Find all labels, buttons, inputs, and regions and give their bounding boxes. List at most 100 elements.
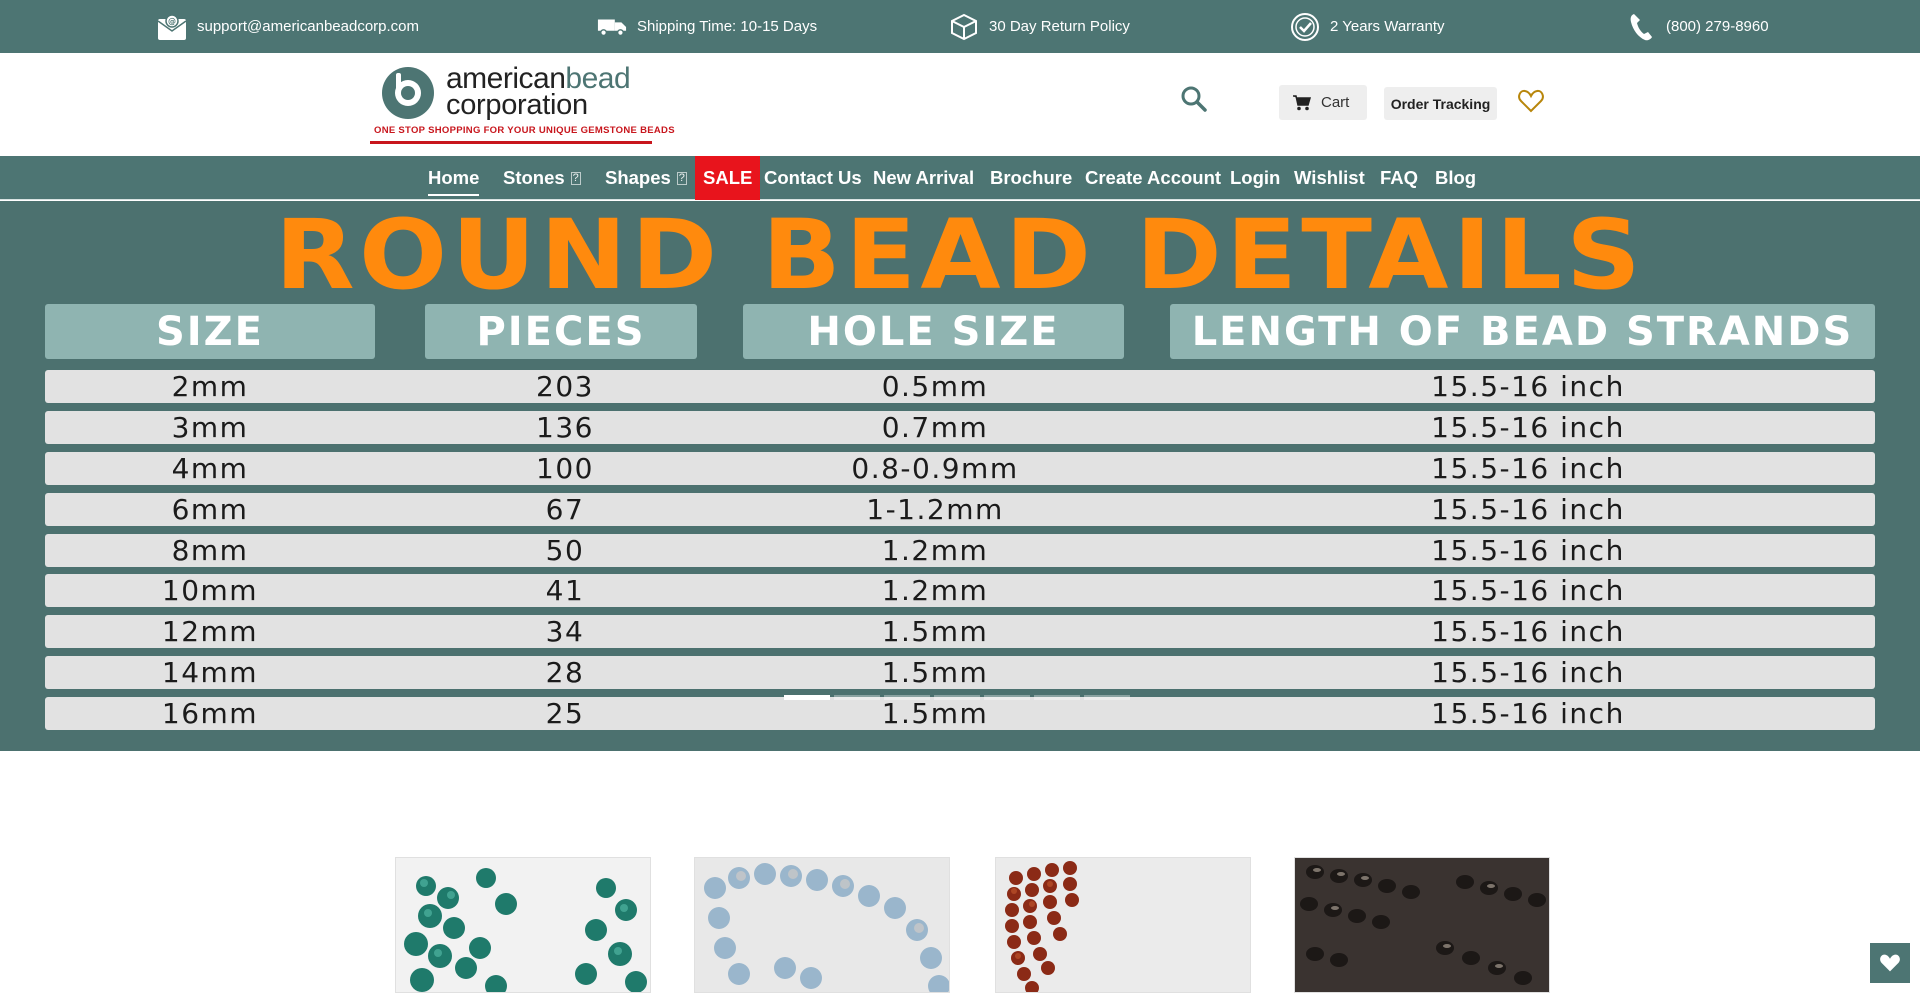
product-image-red-beads [996, 858, 1250, 992]
cell-strand-length: 15.5-16 inch [1431, 656, 1625, 689]
svg-text:@: @ [168, 17, 176, 26]
cell-pieces: 136 [536, 411, 594, 444]
product-image-green-beads [396, 858, 650, 992]
site-logo[interactable]: americanbead corporation ONE STOP SHOPPI… [370, 63, 675, 147]
product-image-blue-beads [695, 858, 949, 992]
phone-icon [1626, 12, 1656, 42]
floating-wishlist-button[interactable] [1870, 943, 1910, 983]
logo-mark-icon [382, 67, 434, 119]
nav-contact-us[interactable]: Contact Us [764, 156, 862, 200]
cell-size: 14mm [161, 656, 259, 689]
returns-text: 30 Day Return Policy [989, 18, 1130, 35]
phone-text: (800) 279-8960 [1666, 18, 1769, 35]
heart-icon [1518, 89, 1544, 113]
table-row: 6mm 67 1-1.2mm 15.5-16 inch [45, 493, 1875, 526]
slider-dot[interactable] [984, 695, 1030, 700]
slider-dot[interactable] [1084, 695, 1130, 700]
nav-create-account[interactable]: Create Account [1085, 156, 1221, 200]
cell-size: 12mm [161, 615, 259, 648]
cell-hole-size: 1.2mm [881, 574, 989, 607]
email-info[interactable]: @ support@americanbeadcorp.com [157, 0, 419, 53]
product-card[interactable] [1294, 857, 1550, 993]
slider-dot[interactable] [784, 695, 830, 700]
order-tracking-button[interactable]: Order Tracking [1384, 87, 1497, 120]
shipping-info: Shipping Time: 10-15 Days [597, 0, 817, 53]
nav-login[interactable]: Login [1230, 156, 1280, 200]
cell-strand-length: 15.5-16 inch [1431, 411, 1625, 444]
table-row: 3mm 136 0.7mm 15.5-16 inch [45, 411, 1875, 444]
slider-dot[interactable] [884, 695, 930, 700]
cart-button[interactable]: Cart [1279, 85, 1367, 120]
cell-strand-length: 15.5-16 inch [1431, 697, 1625, 730]
table-row: 14mm 28 1.5mm 15.5-16 inch [45, 656, 1875, 689]
table-row: 8mm 50 1.2mm 15.5-16 inch [45, 534, 1875, 567]
cell-hole-size: 1.5mm [881, 697, 989, 730]
cell-size: 3mm [171, 411, 249, 444]
dropdown-caret-icon: ? [676, 171, 687, 185]
cell-hole-size: 0.5mm [881, 370, 989, 403]
logo-tagline: ONE STOP SHOPPING FOR YOUR UNIQUE GEMSTO… [374, 125, 675, 136]
cell-strand-length: 15.5-16 inch [1431, 574, 1625, 607]
cell-hole-size: 0.8-0.9mm [851, 452, 1019, 485]
warranty-info: 2 Years Warranty [1290, 0, 1445, 53]
table-row: 12mm 34 1.5mm 15.5-16 inch [45, 615, 1875, 648]
shipping-text: Shipping Time: 10-15 Days [637, 18, 818, 35]
nav-new-arrival[interactable]: New Arrival [873, 156, 974, 200]
cart-label: Cart [1321, 94, 1350, 111]
banner-header-hole-size: HOLE SIZE [743, 304, 1124, 359]
phone-info[interactable]: (800) 279-8960 [1626, 0, 1769, 53]
cell-hole-size: 1.5mm [881, 656, 989, 689]
cell-pieces: 28 [545, 656, 585, 689]
product-card[interactable] [995, 857, 1251, 993]
cell-hole-size: 1.5mm [881, 615, 989, 648]
nav-stones[interactable]: Stones? [503, 156, 581, 200]
heart-icon [1880, 954, 1900, 972]
slider-dot[interactable] [1034, 695, 1080, 700]
nav-home[interactable]: Home [428, 156, 480, 200]
warranty-text: 2 Years Warranty [1330, 18, 1445, 35]
email-text: support@americanbeadcorp.com [197, 18, 420, 35]
table-row: 16mm 25 1.5mm 15.5-16 inch [45, 697, 1875, 730]
wishlist-button[interactable] [1516, 86, 1546, 116]
cell-size: 4mm [171, 452, 249, 485]
cell-hole-size: 1.2mm [881, 534, 989, 567]
slider-dot[interactable] [834, 695, 880, 700]
nav-faq[interactable]: FAQ [1380, 156, 1418, 200]
table-row: 10mm 41 1.2mm 15.5-16 inch [45, 574, 1875, 607]
logo-underline [370, 141, 652, 144]
cart-icon [1293, 94, 1311, 110]
cell-size: 16mm [161, 697, 259, 730]
search-button[interactable] [1178, 83, 1210, 115]
cell-hole-size: 0.7mm [881, 411, 989, 444]
cell-size: 6mm [171, 493, 249, 526]
cell-hole-size: 1-1.2mm [866, 493, 1004, 526]
nav-shapes[interactable]: Shapes? [605, 156, 687, 200]
hero-banner-slide[interactable]: ROUND BEAD DETAILS SIZE PIECES HOLE SIZE… [0, 201, 1920, 751]
search-icon [1181, 86, 1207, 112]
logo-wordmark-line2: corporation [446, 89, 588, 121]
dropdown-caret-icon: ? [570, 171, 581, 185]
box-return-icon [949, 12, 979, 42]
envelope-icon: @ [157, 12, 187, 42]
nav-brochure[interactable]: Brochure [990, 156, 1072, 200]
nav-sale[interactable]: SALE [695, 156, 761, 200]
cell-strand-length: 15.5-16 inch [1431, 534, 1625, 567]
top-info-bar: @ support@americanbeadcorp.com Shipping … [0, 0, 1920, 53]
product-card[interactable] [395, 857, 651, 993]
cell-pieces: 67 [545, 493, 585, 526]
banner-header-strand-length: LENGTH OF BEAD STRANDS [1170, 304, 1875, 359]
banner-title: ROUND BEAD DETAILS [274, 201, 1646, 311]
cell-strand-length: 15.5-16 inch [1431, 452, 1625, 485]
cell-strand-length: 15.5-16 inch [1431, 615, 1625, 648]
badge-check-icon [1290, 12, 1320, 42]
product-card[interactable] [694, 857, 950, 993]
nav-wishlist[interactable]: Wishlist [1294, 156, 1365, 200]
cell-pieces: 50 [545, 534, 585, 567]
slider-dot[interactable] [934, 695, 980, 700]
cell-pieces: 25 [545, 697, 585, 730]
banner-header-pieces: PIECES [425, 304, 697, 359]
nav-blog[interactable]: Blog [1435, 156, 1476, 200]
cell-size: 10mm [161, 574, 259, 607]
returns-info: 30 Day Return Policy [949, 0, 1130, 53]
cell-size: 8mm [171, 534, 249, 567]
